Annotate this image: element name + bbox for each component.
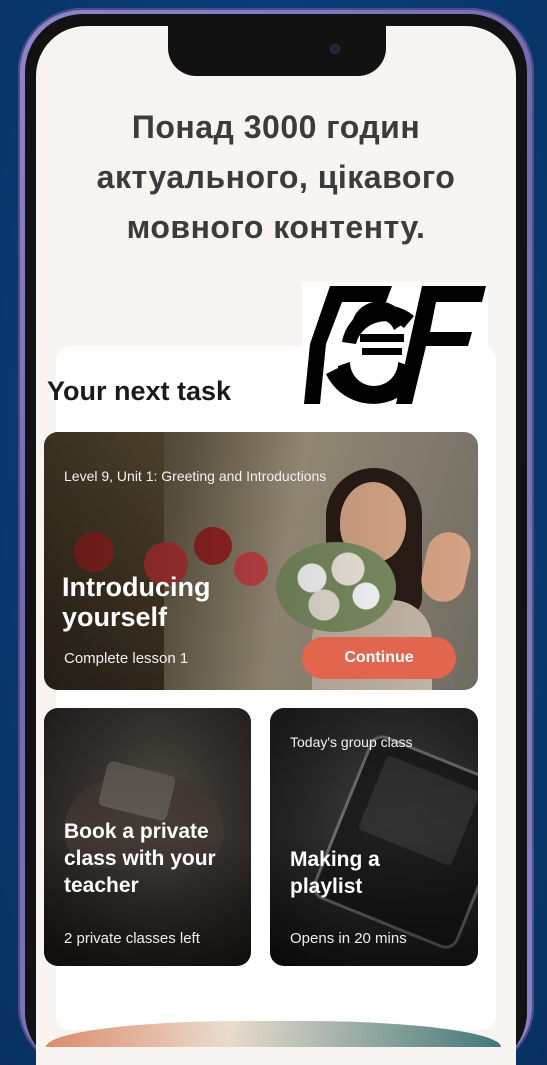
promo-headline: Понад 3000 годин актуального, цікавого м… [56, 102, 496, 252]
group-class-title: Making a playlist [290, 848, 380, 898]
continue-button[interactable]: Continue [302, 637, 456, 679]
phone-notch [168, 26, 386, 76]
task-title: Introducing yourself [62, 572, 211, 632]
private-class-subtitle: 2 private classes left [64, 930, 200, 947]
group-class-subtitle: Opens in 20 mins [290, 930, 407, 947]
headline-line-1: Понад 3000 годин [131, 109, 421, 145]
private-class-title: Book a private class with your teacher [64, 820, 216, 897]
ef-logo [302, 282, 488, 406]
headline-line-3: мовного контенту. [126, 209, 426, 245]
private-class-card[interactable]: Book a private class with your teacher 2… [44, 708, 251, 966]
headline-line-2: актуального, цікавого [96, 159, 456, 195]
page-background: Понад 3000 годин актуального, цікавого м… [0, 0, 547, 1065]
task-unit-label: Level 9, Unit 1: Greeting and Introducti… [64, 468, 327, 484]
group-class-card[interactable]: Today's group class Making a playlist Op… [270, 708, 478, 966]
next-task-card[interactable]: Level 9, Unit 1: Greeting and Introducti… [44, 432, 478, 690]
task-subtitle: Complete lesson 1 [64, 650, 189, 667]
section-title: Your next task [47, 376, 232, 406]
camera-icon [330, 44, 340, 54]
group-class-tag: Today's group class [290, 734, 413, 750]
